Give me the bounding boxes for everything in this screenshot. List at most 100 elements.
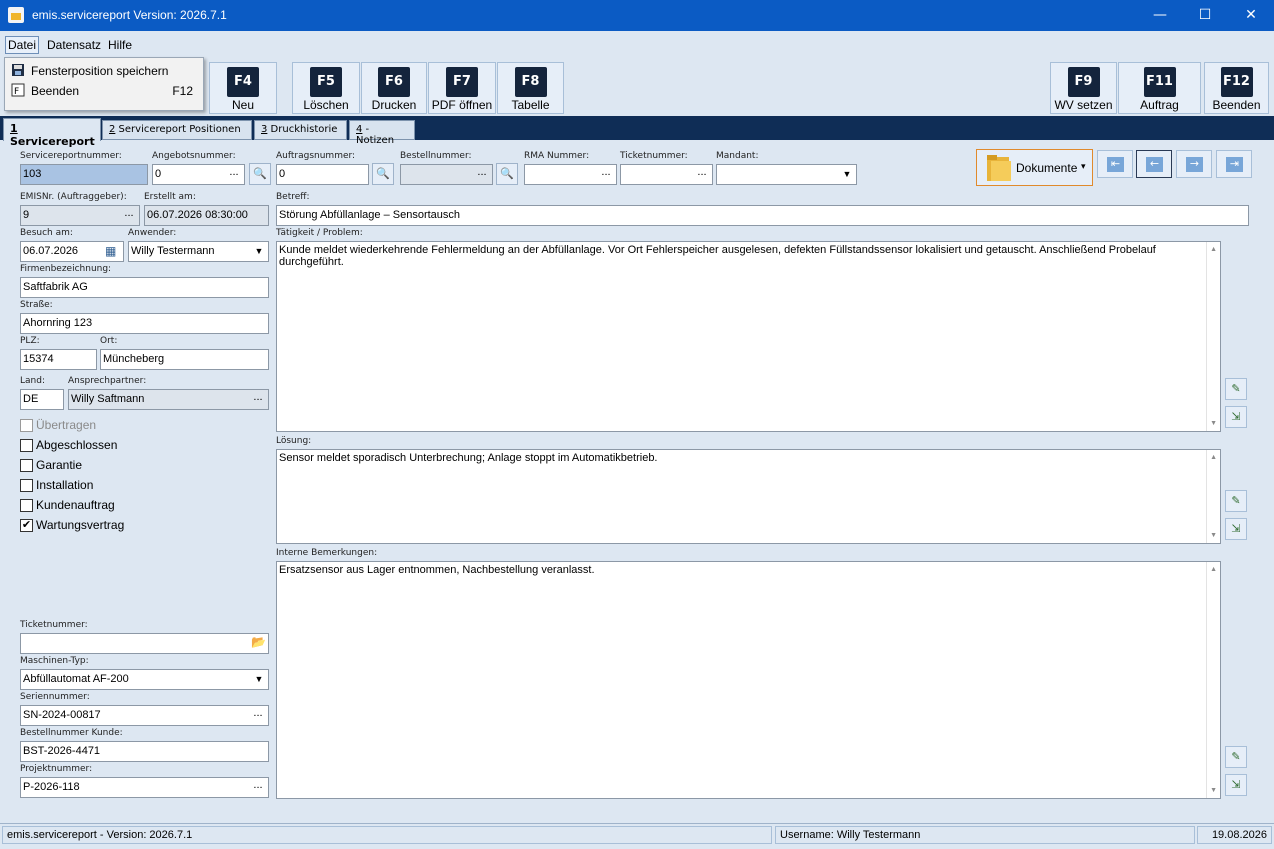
order-button[interactable]: F11 Auftrag — [1118, 62, 1201, 114]
bestellnummer-browse-button[interactable]: ... — [473, 166, 491, 183]
besuch-date-field[interactable]: 06.07.2026 ▦ — [20, 241, 124, 262]
new-button[interactable]: F4 Neu — [209, 62, 277, 114]
maschinentyp-select[interactable]: Abfüllautomat AF-200 ▼ — [20, 669, 269, 690]
tab-druckhistorie[interactable]: 3 Druckhistorie — [254, 120, 347, 140]
mandant-select[interactable]: ▼ — [716, 164, 857, 185]
menu-bar: Datei Datensatz Hilfe — [0, 31, 1274, 57]
minimize-button[interactable]: — — [1137, 0, 1183, 31]
scroll-up-icon[interactable]: ▲ — [1210, 566, 1217, 573]
open-folder-icon[interactable]: 📂 — [251, 635, 266, 649]
first-record-button[interactable]: ⇤ — [1097, 150, 1133, 178]
tab-servicereport-positionen[interactable]: 2 Servicereport Positionen — [102, 120, 252, 140]
ansprechpartner-browse-button[interactable]: ... — [249, 391, 267, 408]
bemerkungen-textarea[interactable]: Ersatzsensor aus Lager entnommen, Nachbe… — [276, 561, 1221, 799]
plz-field[interactable]: 15374 — [20, 349, 97, 370]
previous-record-button[interactable]: ← — [1136, 150, 1172, 178]
projektnummer-browse-button[interactable]: ... — [249, 779, 267, 796]
ticketnummer-top-browse-button[interactable]: ... — [693, 166, 711, 183]
land-field[interactable]: DE — [20, 389, 64, 410]
emisnr-browse-button[interactable]: ... — [120, 207, 138, 224]
last-record-icon: ⇥ — [1226, 157, 1243, 172]
bestellung-search-icon[interactable]: 🔍 — [496, 163, 518, 185]
scroll-down-icon[interactable]: ▼ — [1210, 532, 1217, 539]
vertical-scrollbar[interactable] — [1206, 562, 1220, 798]
ansprechpartner-label: Ansprechpartner: — [68, 376, 147, 386]
auftragsnummer-field[interactable]: 0 — [276, 164, 369, 185]
menu-hilfe[interactable]: Hilfe — [105, 36, 135, 54]
menu-datei[interactable]: Datei — [5, 36, 40, 54]
last-record-button[interactable]: ⇥ — [1216, 150, 1252, 178]
new-button-label: Neu — [231, 98, 254, 112]
servicereportnummer-field[interactable]: 103 — [20, 164, 148, 185]
set-resubmission-button[interactable]: F9 WV setzen — [1050, 62, 1117, 114]
menu-datensatz[interactable]: Datensatz — [44, 36, 104, 54]
betreff-field[interactable]: Störung Abfüllanlage – Sensortausch — [276, 205, 1249, 226]
rma-field[interactable]: ... — [524, 164, 617, 185]
angebotsnummer-label: Angebotsnummer: — [152, 151, 236, 161]
print-button[interactable]: F6 Drucken — [361, 62, 427, 114]
bemerkungen-export-icon[interactable]: ⇲ — [1225, 774, 1247, 796]
loesung-edit-icon[interactable]: ✎ — [1225, 490, 1247, 512]
firma-field[interactable]: Saftfabrik AG — [20, 277, 269, 298]
ansprechpartner-field[interactable]: Willy Saftmann ... — [68, 389, 269, 410]
scroll-down-icon[interactable]: ▼ — [1210, 787, 1217, 794]
delete-button[interactable]: F5 Löschen — [292, 62, 360, 114]
auftrag-search-icon[interactable]: 🔍 — [372, 163, 394, 185]
f4-key-badge: F4 — [227, 67, 259, 97]
taetigkeit-textarea[interactable]: Kunde meldet wiederkehrende Fehlermeldun… — [276, 241, 1221, 432]
seriennummer-field[interactable]: SN-2024-00817 ... — [20, 705, 269, 726]
calendar-icon[interactable]: ▦ — [105, 244, 121, 259]
tab-label: Servicereport — [10, 135, 95, 148]
close-button[interactable]: ✕ — [1228, 0, 1274, 31]
ticketnummer-field[interactable]: 📂 — [20, 633, 269, 654]
dokumente-caret-icon: ▾ — [1081, 162, 1086, 172]
emisnr-field[interactable]: 9 ... — [20, 205, 140, 226]
scroll-up-icon[interactable]: ▲ — [1210, 454, 1217, 461]
checkbox-label: Installation — [36, 478, 94, 492]
folder-icon — [985, 153, 1013, 186]
maximize-button[interactable]: ☐ — [1182, 0, 1228, 31]
vertical-scrollbar[interactable] — [1206, 242, 1220, 431]
ansprechpartner-value: Willy Saftmann — [71, 393, 145, 405]
bemerkungen-edit-icon[interactable]: ✎ — [1225, 746, 1247, 768]
loesung-textarea[interactable]: Sensor meldet sporadisch Unterbrechung; … — [276, 449, 1221, 544]
f12-key-badge: F12 — [1220, 67, 1253, 97]
anwender-select[interactable]: Willy Testermann ▼ — [128, 241, 269, 262]
tab-notizen[interactable]: 4 - Notizen — [349, 120, 415, 146]
mandant-label: Mandant: — [716, 151, 759, 161]
taetigkeit-export-icon[interactable]: ⇲ — [1225, 406, 1247, 428]
tab-servicereport[interactable]: 1 Servicereport — [3, 118, 101, 148]
order-button-label: Auftrag — [1140, 98, 1179, 112]
scroll-down-icon[interactable]: ▼ — [1210, 420, 1217, 427]
rma-browse-button[interactable]: ... — [597, 166, 615, 183]
angebot-search-icon[interactable]: 🔍 — [249, 163, 271, 185]
projektnummer-label: Projektnummer: — [20, 764, 93, 774]
ort-field[interactable]: Müncheberg — [100, 349, 269, 370]
bestellnr-kunde-field[interactable]: BST-2026-4471 — [20, 741, 269, 762]
menu-item-save-window-position[interactable]: Fensterposition speichern — [9, 61, 199, 81]
ticketnummer-top-field[interactable]: ... — [620, 164, 713, 185]
menu-item-exit[interactable]: F Beenden F12 — [9, 81, 199, 101]
table-button[interactable]: F8 Tabelle — [497, 62, 564, 114]
window-title: emis.servicereport Version: 2026.7.1 — [32, 8, 227, 22]
dokumente-button[interactable]: Dokumente ▾ — [976, 149, 1093, 186]
seriennummer-value: SN-2024-00817 — [23, 709, 101, 721]
next-record-button[interactable]: → — [1176, 150, 1212, 178]
angebotsnummer-field[interactable]: 0 ... — [152, 164, 245, 185]
status-bar: emis.servicereport - Version: 2026.7.1 U… — [0, 823, 1274, 845]
scroll-up-icon[interactable]: ▲ — [1210, 246, 1217, 253]
exit-button[interactable]: F12 Beenden — [1204, 62, 1269, 114]
exit-icon: F — [11, 83, 25, 97]
vertical-scrollbar[interactable] — [1206, 450, 1220, 543]
loesung-export-icon[interactable]: ⇲ — [1225, 518, 1247, 540]
checkbox-box — [20, 479, 33, 492]
strasse-field[interactable]: Ahornring 123 — [20, 313, 269, 334]
taetigkeit-edit-icon[interactable]: ✎ — [1225, 378, 1247, 400]
bestellnummer-field[interactable]: ... — [400, 164, 493, 185]
projektnummer-field[interactable]: P-2026-118 ... — [20, 777, 269, 798]
status-username: Username: Willy Testermann — [775, 826, 1195, 844]
seriennummer-browse-button[interactable]: ... — [249, 707, 267, 724]
angebotsnummer-browse-button[interactable]: ... — [225, 166, 243, 183]
bemerkungen-label: Interne Bemerkungen: — [276, 548, 378, 558]
open-pdf-button[interactable]: F7 PDF öffnen — [428, 62, 496, 114]
